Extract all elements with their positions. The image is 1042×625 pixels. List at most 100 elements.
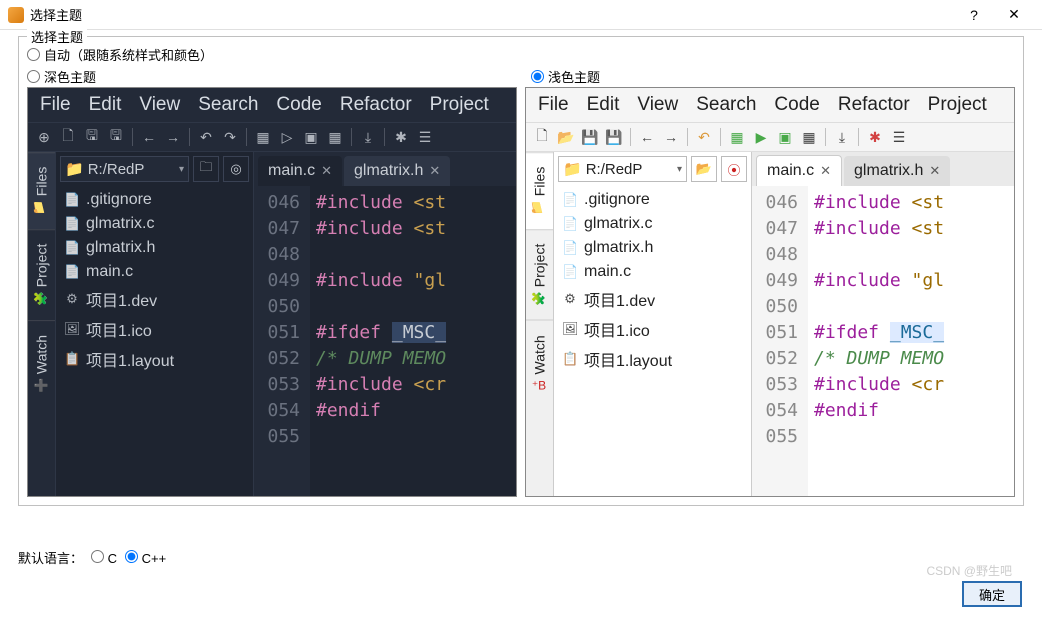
stop-icon[interactable]: ▦ <box>799 127 819 147</box>
toolbar: ⊕ 🗋 🖫 🖫 ← → ↶ ↷ ▦ ▷ ▣ ▦ ⤓ ✱ ☰ <box>28 122 516 152</box>
bug-icon[interactable]: ✱ <box>865 127 885 147</box>
side-tabs: 📁Files 🧩Project ⁺BWatch <box>526 152 554 496</box>
radio-dark[interactable]: 深色主题 <box>27 65 96 87</box>
menu-project[interactable]: Project <box>422 92 497 118</box>
tab-project[interactable]: 🧩Project <box>526 229 553 320</box>
radio-c[interactable]: C <box>91 550 117 566</box>
locate-button[interactable]: ◎ <box>223 156 249 182</box>
menu-file[interactable]: File <box>32 92 79 118</box>
menu-view[interactable]: View <box>629 92 686 118</box>
build-icon[interactable]: ▣ <box>775 127 795 147</box>
debug-icon[interactable]: ⤓ <box>358 127 378 147</box>
open-folder-button[interactable]: 📂 <box>691 156 717 182</box>
list-icon[interactable]: ☰ <box>415 127 435 147</box>
save-icon[interactable]: 💾 <box>580 127 600 147</box>
chevron-down-icon: ▾ <box>677 164 682 175</box>
redo-icon[interactable]: ↷ <box>220 127 240 147</box>
open-folder-button[interactable]: 🗀 <box>193 156 219 182</box>
menu-edit[interactable]: Edit <box>81 92 130 118</box>
project-icon: 🧩 <box>532 292 547 306</box>
new-icon[interactable]: 🗋 <box>532 127 552 147</box>
locate-button[interactable]: ⦿ <box>721 156 747 182</box>
list-item[interactable]: 📄glmatrix.c <box>554 212 751 236</box>
fwd-icon[interactable]: → <box>661 127 681 147</box>
tab-watch[interactable]: ⁺BWatch <box>526 320 553 407</box>
bug-icon[interactable]: ✱ <box>391 127 411 147</box>
fwd-icon[interactable]: → <box>163 127 183 147</box>
undo-icon[interactable]: ↶ <box>694 127 714 147</box>
code-area[interactable]: #include <st #include <st #include "gl #… <box>310 186 516 496</box>
close-button[interactable]: ✕ <box>994 6 1034 23</box>
menu-view[interactable]: View <box>131 92 188 118</box>
code-area[interactable]: #include <st #include <st #include "gl #… <box>808 186 1014 496</box>
close-icon[interactable]: ✕ <box>429 163 440 179</box>
tab-main[interactable]: main.c✕ <box>258 156 342 186</box>
list-item[interactable]: 📄.gitignore <box>554 188 751 212</box>
menu-search[interactable]: Search <box>688 92 764 118</box>
theme-groupbox: 选择主题 自动（跟随系统样式和颜色） 深色主题 浅色主题 File Edit V… <box>18 36 1024 506</box>
close-icon[interactable]: ✕ <box>321 163 332 179</box>
radio-light[interactable]: 浅色主题 <box>531 65 600 87</box>
tab-files[interactable]: 📁Files <box>28 152 55 229</box>
list-item[interactable]: 🖼项目1.ico <box>554 314 751 344</box>
run-icon[interactable]: ▷ <box>277 127 297 147</box>
list-item[interactable]: 📄glmatrix.h <box>56 236 253 260</box>
watch-icon: ⁺B <box>532 379 546 393</box>
saveall-icon[interactable]: 💾 <box>604 127 624 147</box>
list-item[interactable]: 📋项目1.layout <box>554 344 751 374</box>
list-item[interactable]: ⚙项目1.dev <box>554 284 751 314</box>
list-icon[interactable]: ☰ <box>889 127 909 147</box>
new-icon[interactable]: ⊕ <box>34 127 54 147</box>
back-icon[interactable]: ← <box>139 127 159 147</box>
chevron-down-icon: ▾ <box>179 164 184 175</box>
tab-files[interactable]: 📁Files <box>526 152 553 229</box>
tab-project[interactable]: 🧩Project <box>28 229 55 320</box>
menu-edit[interactable]: Edit <box>579 92 628 118</box>
help-button[interactable]: ? <box>954 7 994 23</box>
build-icon[interactable]: ▣ <box>301 127 321 147</box>
tab-watch[interactable]: ➕Watch <box>28 320 55 407</box>
menu-refactor[interactable]: Refactor <box>332 92 420 118</box>
menu-project[interactable]: Project <box>920 92 995 118</box>
side-tabs: 📁Files 🧩Project ➕Watch <box>28 152 56 496</box>
list-item[interactable]: 📄glmatrix.h <box>554 236 751 260</box>
path-box[interactable]: 📁R:/RedP▾ <box>558 156 687 182</box>
list-item[interactable]: 📋项目1.layout <box>56 344 253 374</box>
list-item[interactable]: ⚙项目1.dev <box>56 284 253 314</box>
back-icon[interactable]: ← <box>637 127 657 147</box>
menu-search[interactable]: Search <box>190 92 266 118</box>
radio-cpp[interactable]: C++ <box>125 550 166 566</box>
list-item[interactable]: 🖼项目1.ico <box>56 314 253 344</box>
saveall-icon[interactable]: 🖫 <box>106 127 126 147</box>
file-icon[interactable]: 🗋 <box>58 127 78 147</box>
grid-icon[interactable]: ▦ <box>727 127 747 147</box>
tab-main[interactable]: main.c✕ <box>756 155 842 186</box>
list-item[interactable]: 📄glmatrix.c <box>56 212 253 236</box>
menu-code[interactable]: Code <box>766 92 827 118</box>
menu-file[interactable]: File <box>530 92 577 118</box>
list-item[interactable]: 📄main.c <box>554 260 751 284</box>
list-item[interactable]: 📄main.c <box>56 260 253 284</box>
save-icon[interactable]: 🖫 <box>82 127 102 147</box>
list-item[interactable]: 📄.gitignore <box>56 188 253 212</box>
close-icon[interactable]: ✕ <box>929 163 940 179</box>
tab-gl[interactable]: glmatrix.h✕ <box>344 156 450 186</box>
open-icon[interactable]: 📂 <box>556 127 576 147</box>
lang-label: 默认语言： <box>18 548 83 567</box>
menu-refactor[interactable]: Refactor <box>830 92 918 118</box>
editor: main.c✕ glmatrix.h✕ 04604704804905005105… <box>752 152 1014 496</box>
undo-icon[interactable]: ↶ <box>196 127 216 147</box>
file-panel: 📁R:/RedP▾ 📂 ⦿ 📄.gitignore 📄glmatrix.c 📄g… <box>554 152 752 496</box>
close-icon[interactable]: ✕ <box>820 163 831 179</box>
ok-button[interactable]: 确定 <box>962 581 1022 607</box>
run-icon[interactable]: ▶ <box>751 127 771 147</box>
grid-icon[interactable]: ▦ <box>253 127 273 147</box>
path-box[interactable]: 📁R:/RedP▾ <box>60 156 189 182</box>
radio-auto[interactable]: 自动（跟随系统样式和颜色） <box>27 43 213 65</box>
file-icon: 📄 <box>64 216 80 232</box>
stop-icon[interactable]: ▦ <box>325 127 345 147</box>
menu-code[interactable]: Code <box>268 92 329 118</box>
debug-icon[interactable]: ⤓ <box>832 127 852 147</box>
editor: main.c✕ glmatrix.h✕ 04604704804905005105… <box>254 152 516 496</box>
tab-gl[interactable]: glmatrix.h✕ <box>844 156 950 186</box>
